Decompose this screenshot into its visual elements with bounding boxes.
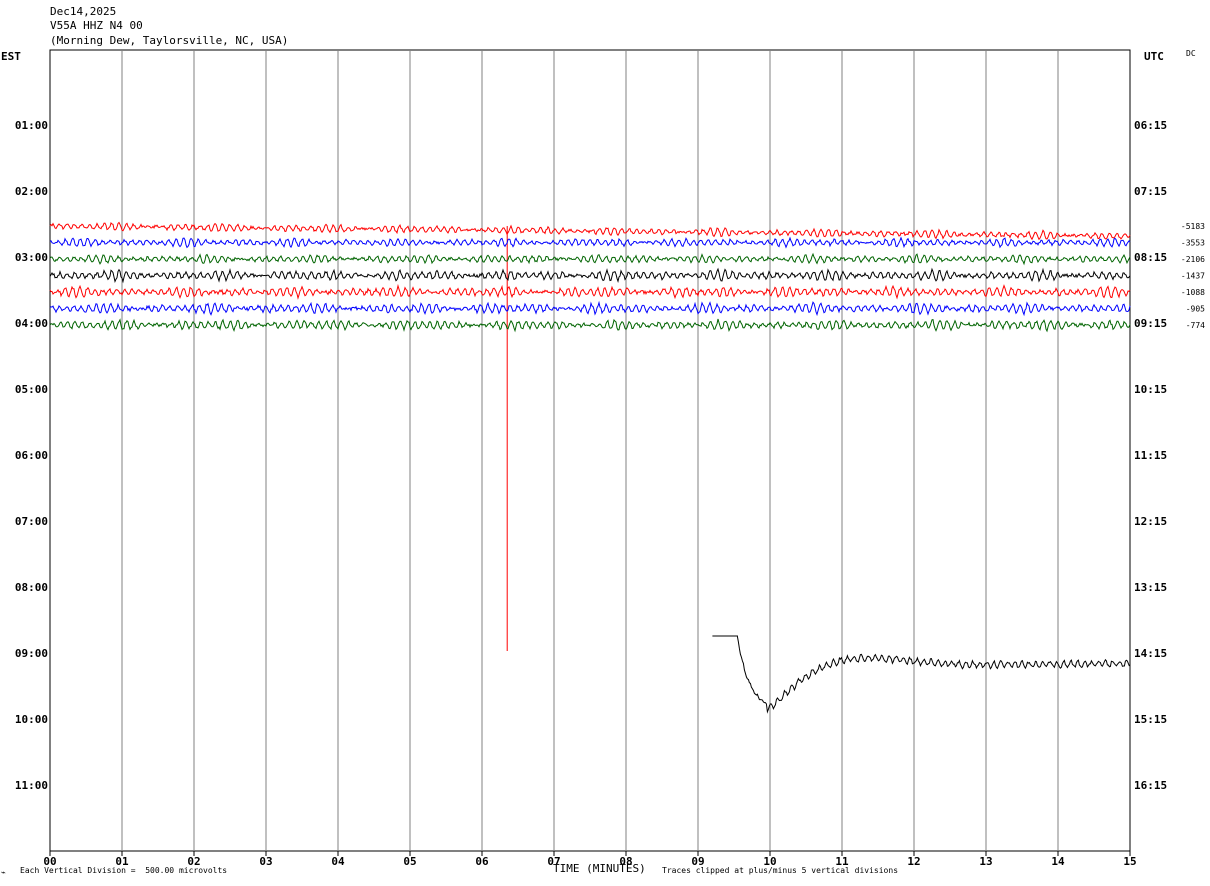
est-row-label: 02:00 xyxy=(15,185,48,198)
dc-offset-label: -3553 xyxy=(1181,239,1205,248)
est-row-label: 06:00 xyxy=(15,449,48,462)
est-row-label: 10:00 xyxy=(15,713,48,726)
trace-row-13 xyxy=(49,267,1131,284)
x-tick-label: 03 xyxy=(259,855,272,868)
x-tick-label: 06 xyxy=(475,855,489,868)
utc-row-label: 09:15 xyxy=(1134,317,1167,330)
utc-row-label: 16:15 xyxy=(1134,779,1167,792)
utc-row-label: 06:15 xyxy=(1134,119,1167,132)
est-row-label: 11:00 xyxy=(15,779,48,792)
seismogram-chart: 00 01 02 03 04 05 06 07 08 09 10 11 12 13 14 1501:00 06:… xyxy=(15,49,1205,868)
est-row-label: 09:00 xyxy=(15,647,48,660)
x-axis-title: TIME (MINUTES) xyxy=(553,862,646,875)
dc-offset-label: -1088 xyxy=(1181,288,1205,297)
utc-row-label: 08:15 xyxy=(1134,251,1167,264)
est-row-label: 03:00 xyxy=(15,251,48,264)
est-row-label: 08:00 xyxy=(15,581,48,594)
x-tick-label: 12 xyxy=(907,855,920,868)
utc-row-label: 12:15 xyxy=(1134,515,1167,528)
est-row-label: 01:00 xyxy=(15,119,48,132)
utc-row-label: 14:15 xyxy=(1134,647,1167,660)
utc-row-label: 13:15 xyxy=(1134,581,1167,594)
dc-offset-label: -5183 xyxy=(1181,222,1205,231)
utc-row-label: 11:15 xyxy=(1134,449,1167,462)
trace-row-14 xyxy=(49,283,1131,300)
dc-offset-label: -774 xyxy=(1186,321,1205,330)
x-tick-label: 14 xyxy=(1051,855,1065,868)
dc-offset-label: -1437 xyxy=(1181,272,1205,281)
utc-row-label: 07:15 xyxy=(1134,185,1167,198)
trace-row-12 xyxy=(49,252,1131,266)
est-row-label: 07:00 xyxy=(15,515,48,528)
plot-frame xyxy=(49,49,1131,852)
dc-offset-label: -2106 xyxy=(1181,255,1205,264)
vertical-division-note: Each Vertical Division = 500.00 microvol… xyxy=(20,866,228,875)
trace-row-15 xyxy=(49,300,1131,317)
x-tick-label: 04 xyxy=(331,855,345,868)
utc-row-label: 15:15 xyxy=(1134,713,1167,726)
x-tick-label: 15 xyxy=(1123,855,1136,868)
x-tick-label: 05 xyxy=(403,855,416,868)
corner-mark: ⌁ xyxy=(1,868,6,877)
clip-note: Traces clipped at plus/minus 5 vertical … xyxy=(662,866,899,875)
dc-offset-label: -905 xyxy=(1186,305,1205,314)
est-row-label: 05:00 xyxy=(15,383,48,396)
x-tick-label: 13 xyxy=(979,855,992,868)
trace-row-11 xyxy=(49,236,1131,249)
trace-row-10 xyxy=(49,221,1131,241)
utc-row-label: 10:15 xyxy=(1134,383,1167,396)
est-row-label: 04:00 xyxy=(15,317,48,330)
trace-row-16 xyxy=(49,318,1131,333)
trace-row-9 xyxy=(712,635,1130,714)
